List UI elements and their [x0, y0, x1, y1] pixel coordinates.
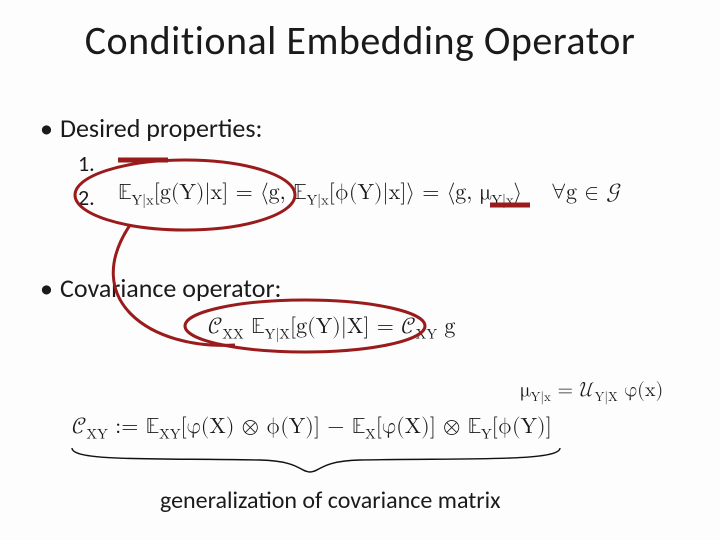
- number-2: 2.: [78, 184, 95, 211]
- equation-covariance-relation: 𝒞XX 𝔼Y|X[g(Y)|X] = 𝒞XY g: [208, 314, 455, 343]
- bullet-desired: •Desired properties:: [40, 112, 263, 144]
- bullet-dot-icon: •: [40, 112, 60, 144]
- underbrace-icon: [72, 448, 560, 472]
- bullet-covariance: •Covariance operator:: [40, 272, 281, 304]
- annotation-layer: [0, 0, 720, 540]
- equation-cxy-definition: 𝒞XY := 𝔼XY[φ(X) ⊗ ϕ(Y)] − 𝔼X[φ(X)] ⊗ 𝔼Y[…: [72, 414, 552, 443]
- slide: Conditional Embedding Operator •Desired …: [0, 0, 720, 540]
- bullet-dot-icon-2: •: [40, 272, 60, 304]
- equation-mu-definition: μY|x = 𝒰Y|X φ(x): [520, 378, 663, 406]
- caption-generalization: generalization of covariance matrix: [160, 486, 501, 515]
- number-1: 1.: [78, 150, 95, 177]
- page-title: Conditional Embedding Operator: [0, 16, 720, 65]
- equation-desired-2: 𝔼Y|x[g(Y)|x] = ⟨g, 𝔼Y|x[ϕ(Y)|x]⟩ = ⟨g, μ…: [118, 180, 621, 209]
- bullet-desired-text: Desired properties:: [60, 112, 263, 144]
- bullet-covariance-text: Covariance operator:: [60, 272, 281, 304]
